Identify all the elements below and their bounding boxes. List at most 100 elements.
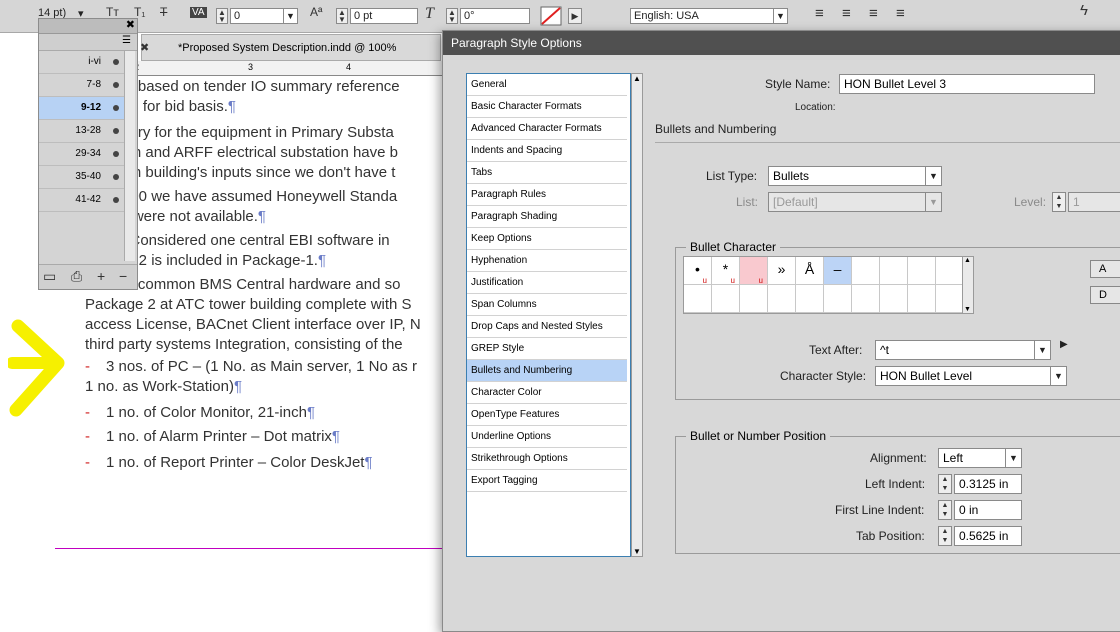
page-row[interactable]: 13-28 bbox=[39, 120, 125, 143]
panel-title-bar[interactable]: ✖ bbox=[39, 19, 137, 34]
skew-field[interactable]: 0° bbox=[460, 8, 530, 24]
category-item[interactable]: Hyphenation bbox=[467, 250, 627, 272]
text-line[interactable]: tion building's inputs since we don't ha… bbox=[117, 164, 395, 181]
align-right-icon[interactable]: ≡ bbox=[896, 5, 905, 22]
level-input[interactable]: 1 bbox=[1068, 192, 1120, 212]
bullet-cell[interactable] bbox=[852, 257, 880, 285]
close-icon[interactable]: ✖ bbox=[140, 41, 149, 54]
scrollbar[interactable] bbox=[124, 51, 135, 261]
close-icon[interactable]: ✖ bbox=[126, 18, 135, 31]
category-item[interactable]: Justification bbox=[467, 272, 627, 294]
category-item[interactable]: Paragraph Rules bbox=[467, 184, 627, 206]
category-item[interactable]: Strikethrough Options bbox=[467, 448, 627, 470]
category-item[interactable]: Basic Character Formats bbox=[467, 96, 627, 118]
category-item[interactable]: Tabs bbox=[467, 162, 627, 184]
category-item[interactable]: Indents and Spacing bbox=[467, 140, 627, 162]
delete-bullet-button[interactable]: D bbox=[1090, 286, 1120, 304]
text-line[interactable]: access License, BACnet Client interface … bbox=[85, 316, 421, 333]
chevron-down-icon[interactable]: ▼ bbox=[925, 167, 941, 185]
text-line[interactable]: tion and ARFF electrical substation have… bbox=[117, 144, 398, 161]
language-select[interactable]: English: USA ▼ bbox=[630, 8, 788, 24]
text-line[interactable]: mary for the equipment in Primary Substa bbox=[117, 124, 394, 141]
bullet-cell[interactable] bbox=[908, 257, 936, 285]
chevron-down-icon[interactable]: ▼ bbox=[1005, 449, 1021, 467]
bullet-cell[interactable] bbox=[880, 257, 908, 285]
category-item[interactable]: Character Color bbox=[467, 382, 627, 404]
scroll-down-icon[interactable]: ▼ bbox=[964, 306, 971, 313]
document-tab[interactable]: ✖ *Proposed System Description.indd @ 10… bbox=[140, 34, 441, 61]
tab-position-input[interactable]: 0.5625 in bbox=[954, 526, 1022, 546]
chevron-down-icon[interactable]: ▼ bbox=[1050, 367, 1066, 385]
bullet-cell[interactable] bbox=[684, 285, 712, 313]
category-item[interactable]: Drop Caps and Nested Styles bbox=[467, 316, 627, 338]
list-type-select[interactable]: Bullets ▼ bbox=[768, 166, 942, 186]
category-item[interactable]: Bullets and Numbering bbox=[467, 360, 627, 382]
bullet-cell[interactable]: u bbox=[740, 257, 768, 285]
scroll-down-icon[interactable]: ▼ bbox=[633, 547, 641, 556]
special-character-menu-icon[interactable]: ▶ bbox=[1060, 339, 1068, 350]
bullet-cell[interactable] bbox=[852, 285, 880, 313]
subscript-icon[interactable]: T₁ bbox=[134, 5, 145, 19]
chevron-down-icon[interactable]: ▼ bbox=[283, 9, 297, 23]
bullet-cell[interactable] bbox=[768, 285, 796, 313]
alignment-select[interactable]: Left ▼ bbox=[938, 448, 1022, 468]
page-row[interactable]: i-vi bbox=[39, 51, 125, 74]
bullet-cell[interactable] bbox=[824, 285, 852, 313]
bullet-cell[interactable] bbox=[908, 285, 936, 313]
bullet-cell[interactable] bbox=[740, 285, 768, 313]
lightning-icon[interactable]: ϟ bbox=[1080, 2, 1088, 19]
bullet-cell[interactable]: Å bbox=[796, 257, 824, 285]
category-item[interactable]: GREP Style bbox=[467, 338, 627, 360]
text-line[interactable]: -1 no. of Color Monitor, 21-inch¶ bbox=[85, 404, 315, 421]
character-style-select[interactable]: HON Bullet Level ▼ bbox=[875, 366, 1067, 386]
page-row[interactable]: 9-12 bbox=[39, 97, 125, 120]
baseline-stepper[interactable]: ▲ ▼ bbox=[336, 8, 348, 24]
bullet-cell[interactable] bbox=[796, 285, 824, 313]
left-indent-input[interactable]: 0.3125 in bbox=[954, 474, 1022, 494]
page-row[interactable]: 35-40 bbox=[39, 166, 125, 189]
style-name-input[interactable]: HON Bullet Level 3 bbox=[839, 74, 1095, 94]
bullet-cell[interactable] bbox=[712, 285, 740, 313]
bullet-cell[interactable]: * u bbox=[712, 257, 740, 285]
text-line[interactable]: ed based on tender IO summary reference bbox=[117, 78, 400, 95]
category-item[interactable]: Export Tagging bbox=[467, 470, 627, 492]
tab-position-stepper[interactable]: ▲ ▼ bbox=[938, 526, 952, 546]
text-after-input[interactable]: ^t ▼ bbox=[875, 340, 1051, 360]
text-line[interactable]: Package 2 at ATC tower building complete… bbox=[85, 296, 412, 313]
category-scrollbar[interactable]: ▲ ▼ bbox=[631, 73, 643, 557]
align-justify-icon[interactable]: ≡ bbox=[869, 5, 878, 22]
chevron-down-icon[interactable]: ▼ bbox=[925, 193, 941, 211]
baseline-shift-field[interactable]: 0 pt bbox=[350, 8, 418, 24]
page-row[interactable]: 41-42 bbox=[39, 189, 125, 212]
page-row[interactable]: 7-8 bbox=[39, 74, 125, 97]
dialog-title-bar[interactable]: Paragraph Style Options bbox=[443, 31, 1120, 55]
category-item[interactable]: Paragraph Shading bbox=[467, 206, 627, 228]
panel-menu-icon[interactable]: ☰ bbox=[122, 35, 131, 46]
list-select[interactable]: [Default] ▼ bbox=[768, 192, 942, 212]
text-line[interactable]: e Considered one central EBI software in bbox=[117, 232, 390, 249]
strikethrough-icon[interactable]: T bbox=[160, 5, 167, 19]
text-line[interactable]: ge-2 is included in Package-1.¶ bbox=[117, 252, 326, 269]
edit-page-size-icon[interactable]: ⎙ bbox=[71, 268, 82, 285]
bullet-cell[interactable]: • u bbox=[684, 257, 712, 285]
bullet-grid-scrollbar[interactable]: ▲ ▼ bbox=[962, 256, 974, 314]
text-line[interactable]: -3 nos. of PC – (1 No. as Main server, 1… bbox=[85, 358, 417, 375]
text-line[interactable]: -200 we have assumed Honeywell Standa bbox=[117, 188, 397, 205]
swatch-menu-icon[interactable]: ▶ bbox=[568, 8, 582, 24]
bullet-cell[interactable]: – bbox=[824, 257, 852, 285]
text-line[interactable]: 1 no. as Work-Station)¶ bbox=[85, 378, 242, 395]
align-center-icon[interactable]: ≡ bbox=[842, 5, 851, 22]
first-line-indent-input[interactable]: 0 in bbox=[954, 500, 1022, 520]
category-item[interactable]: Keep Options bbox=[467, 228, 627, 250]
text-line[interactable]: third party systems Integration, consist… bbox=[85, 336, 403, 353]
category-item[interactable]: Advanced Character Formats bbox=[467, 118, 627, 140]
bullet-cell[interactable]: » bbox=[768, 257, 796, 285]
bullet-cell[interactable] bbox=[936, 257, 964, 285]
chevron-down-icon[interactable]: ▼ bbox=[773, 9, 787, 23]
text-line[interactable]: he common BMS Central hardware and so bbox=[117, 276, 400, 293]
category-item[interactable]: Underline Options bbox=[467, 426, 627, 448]
no-fill-swatch-icon[interactable] bbox=[540, 6, 562, 26]
delete-page-icon[interactable]: − bbox=[119, 268, 127, 284]
tracking-field[interactable]: 0 ▼ bbox=[230, 8, 298, 24]
skew-stepper[interactable]: ▲ ▼ bbox=[446, 8, 458, 24]
